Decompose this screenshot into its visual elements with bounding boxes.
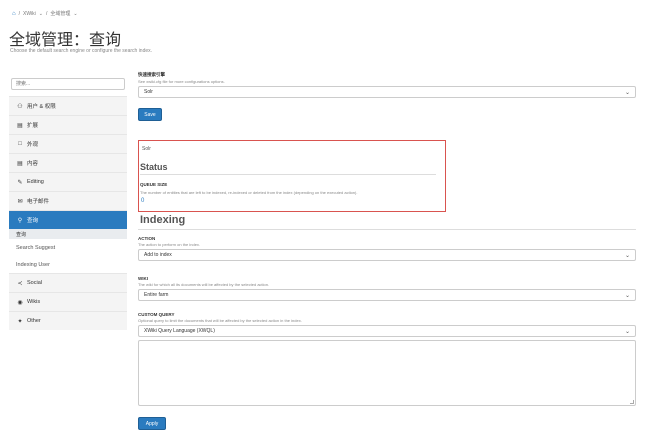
sidebar-item-wikis[interactable]: ◉ Wikis — [9, 292, 127, 311]
queue-size-label: QUEUE SIZE — [140, 182, 168, 187]
sidebar-item-users-rights[interactable]: ⚇ 用户 & 权限 — [9, 96, 127, 115]
action-select[interactable]: Add to index ⌄ — [138, 249, 636, 261]
engine-hint: See xwiki.cfg file for more configuratio… — [138, 79, 225, 84]
sidebar-item-label: 外观 — [27, 142, 39, 148]
sidebar-item-email[interactable]: ✉ 电子邮件 — [9, 191, 127, 210]
sidebar-item-label: 电子邮件 — [27, 199, 50, 205]
resize-handle-icon[interactable] — [630, 400, 634, 404]
sidebar-item-label: Wikis — [27, 299, 41, 305]
save-button[interactable]: Save — [138, 108, 162, 121]
custom-query-textarea[interactable] — [138, 340, 636, 406]
sidebar-item-social[interactable]: ≺ Social — [9, 273, 127, 292]
action-field: ACTION The action to perform on the inde… — [138, 236, 636, 261]
chevron-down-icon[interactable]: ⌄ — [73, 11, 77, 17]
sidebar-item-label: Social — [27, 280, 42, 286]
pencil-icon: ✎ — [17, 179, 23, 186]
search-icon: ⚲ — [17, 217, 23, 224]
mail-icon: ✉ — [17, 198, 23, 205]
wiki-label: WIKI — [138, 276, 148, 281]
users-icon: ⚇ — [17, 103, 23, 110]
sidebar-item-label: 内容 — [27, 161, 39, 167]
queue-size-value: 0 — [141, 198, 145, 204]
share-icon: ≺ — [17, 280, 23, 287]
sidebar-item-extensions[interactable]: ▤ 扩展 — [9, 115, 127, 134]
status-tab-solr[interactable]: Solr — [142, 146, 151, 152]
sidebar-item-content[interactable]: ▤ 内容 — [9, 153, 127, 172]
engine-label: 快速搜索引擎 — [138, 72, 165, 77]
breadcrumb-item-xwiki[interactable]: XWiki — [23, 11, 36, 17]
query-language-select[interactable]: XWiki Query Language (XWQL) ⌄ — [138, 325, 636, 337]
page-title: 全域管理：查询 — [9, 32, 122, 49]
chevron-down-icon: ⌄ — [624, 89, 630, 96]
sidebar-subitem-search[interactable]: 查询 — [9, 229, 127, 239]
custom-query-label: CUSTOM QUERY — [138, 312, 175, 317]
sidebar-item-label: 用户 & 权限 — [27, 104, 56, 110]
home-icon[interactable]: ⌂ — [12, 11, 16, 17]
divider — [138, 229, 636, 230]
sidebar-item-label: 扩展 — [27, 123, 39, 129]
engine-select-value: Solr — [144, 89, 153, 95]
action-label: ACTION — [138, 236, 156, 241]
wiki-select[interactable]: Entire farm ⌄ — [138, 289, 636, 301]
highlight-box — [138, 140, 446, 212]
queue-size-hint: The number of entities that are left to … — [140, 190, 358, 195]
apply-button[interactable]: Apply — [138, 417, 166, 430]
wiki-field: WIKI The wiki for which all its document… — [138, 276, 636, 301]
sidebar-item-editing[interactable]: ✎ Editing — [9, 172, 127, 191]
chevron-down-icon: ⌄ — [624, 292, 630, 299]
document-icon: ▤ — [17, 160, 23, 167]
page-description: Choose the default search engine or conf… — [10, 48, 153, 54]
action-hint: The action to perform on the index. — [138, 242, 201, 247]
action-select-value: Add to index — [144, 252, 172, 258]
custom-query-hint: Optional query to limit the documents th… — [138, 318, 302, 323]
divider — [140, 174, 436, 175]
main-content: 快速搜索引擎 See xwiki.cfg file for more confi… — [138, 72, 636, 121]
chevron-down-icon[interactable]: ⌄ — [39, 11, 43, 17]
chevron-down-icon: ⌄ — [624, 252, 630, 259]
sidebar-item-label: 查询 — [27, 218, 39, 224]
breadcrumb: ⌂ / XWiki ⌄ / 全域管理 ⌄ — [12, 10, 78, 18]
sidebar-item-label: Other — [27, 318, 41, 324]
breadcrumb-separator: / — [18, 10, 21, 17]
sidebar-link-indexing-user[interactable]: Indexing User — [9, 256, 127, 273]
wiki-hint: The wiki for which all its documents wil… — [138, 282, 270, 287]
breadcrumb-separator: / — [46, 10, 48, 17]
sidebar-item-search[interactable]: ⚲ 查询 — [9, 210, 127, 229]
extension-icon: ▤ — [17, 122, 23, 129]
sidebar-item-other[interactable]: ✦ Other — [9, 311, 127, 330]
sidebar-item-label: Editing — [27, 179, 44, 185]
globe-icon: ◉ — [17, 299, 23, 306]
sidebar-item-look[interactable]: □ 外观 — [9, 134, 127, 153]
engine-select[interactable]: Solr ⌄ — [138, 86, 636, 98]
wiki-select-value: Entire farm — [144, 292, 169, 298]
sidebar-link-search-suggest[interactable]: Search Suggest — [9, 239, 127, 256]
layout-icon: □ — [18, 141, 22, 147]
wrench-icon: ✦ — [17, 318, 23, 325]
custom-query-field: CUSTOM QUERY Optional query to limit the… — [138, 312, 636, 337]
breadcrumb-item-admin[interactable]: 全域管理 — [50, 10, 70, 17]
status-heading: Status — [140, 162, 168, 172]
chevron-down-icon: ⌄ — [624, 328, 630, 335]
sidebar: ⚇ 用户 & 权限 ▤ 扩展 □ 外观 ▤ 内容 ✎ Editing ✉ 电子邮… — [9, 72, 127, 330]
sidebar-search-input[interactable] — [11, 78, 125, 90]
indexing-heading: Indexing — [140, 214, 186, 226]
query-language-value: XWiki Query Language (XWQL) — [144, 328, 215, 334]
